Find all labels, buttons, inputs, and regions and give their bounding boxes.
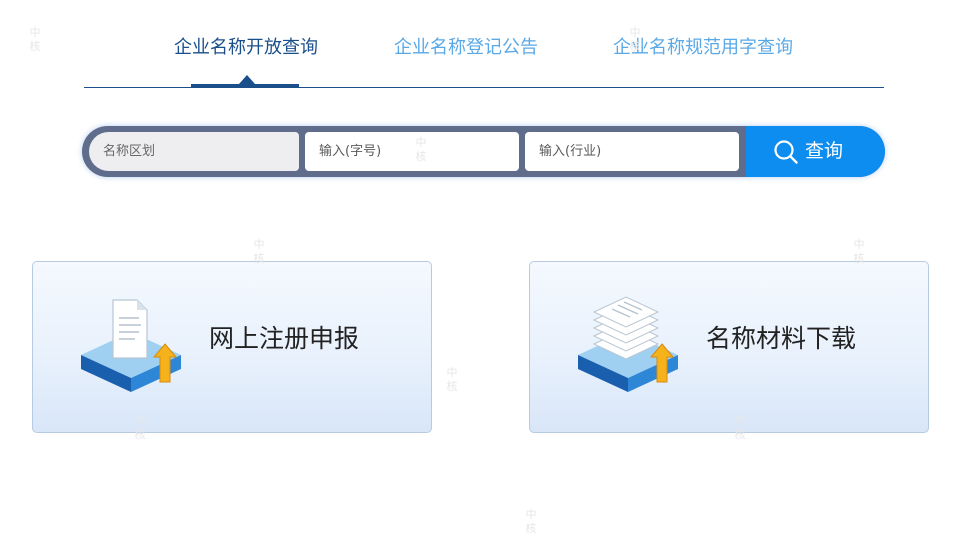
search-button[interactable]: 查询 — [746, 126, 885, 177]
watermark: 中核 — [525, 508, 537, 535]
tab-name-open-query[interactable]: 企业名称开放查询 — [174, 36, 318, 60]
watermark: 中核 — [629, 26, 641, 53]
materials-download-card[interactable]: 名称材料下载 — [529, 261, 929, 433]
active-tab-caret — [239, 75, 255, 84]
tab-name-registration-notice[interactable]: 企业名称登记公告 — [394, 36, 538, 60]
watermark: 中核 — [415, 136, 427, 163]
search-bar: 查询 — [82, 126, 885, 177]
trade-name-input[interactable] — [305, 132, 519, 171]
watermark: 中核 — [853, 238, 865, 265]
watermark: 中核 — [29, 26, 41, 53]
region-field[interactable] — [89, 132, 299, 171]
active-tab-indicator — [191, 84, 299, 88]
search-icon — [774, 140, 798, 164]
stacked-documents-upload-icon — [578, 296, 678, 392]
watermark: 中核 — [446, 366, 458, 393]
watermark: 中核 — [253, 238, 265, 265]
materials-download-title: 名称材料下载 — [706, 324, 857, 353]
document-upload-icon — [81, 299, 181, 392]
search-button-label: 查询 — [805, 140, 844, 162]
online-registration-title: 网上注册申报 — [209, 324, 360, 353]
tab-bar: 企业名称开放查询 企业名称登记公告 企业名称规范用字查询 — [84, 0, 884, 88]
watermark: 中核 — [734, 414, 746, 441]
industry-input[interactable] — [525, 132, 739, 171]
watermark: 中核 — [134, 414, 146, 441]
online-registration-card[interactable]: 网上注册申报 — [32, 261, 432, 433]
